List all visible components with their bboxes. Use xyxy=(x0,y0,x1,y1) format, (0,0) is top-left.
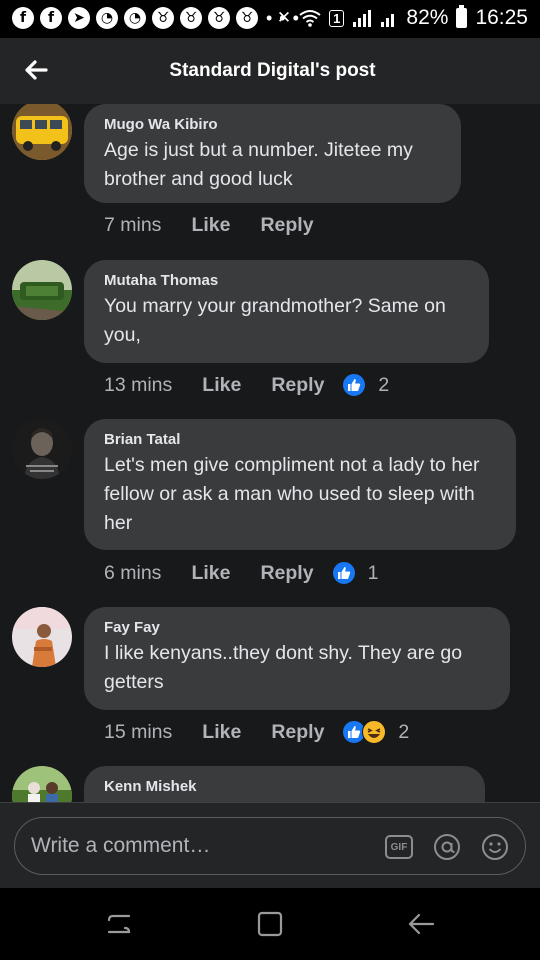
comment-author[interactable]: Brian Tatal xyxy=(104,431,496,448)
reaction-count: 2 xyxy=(398,720,410,743)
chat-notification-icon: ◔ xyxy=(96,7,118,29)
signal-icon xyxy=(353,10,372,27)
avatar[interactable] xyxy=(12,419,72,479)
comment-text: Age is just but a number. Jitetee my bro… xyxy=(104,139,413,190)
home-icon xyxy=(257,911,283,937)
comment-bubble[interactable]: Mutaha Thomas You marry your grandmother… xyxy=(84,260,489,363)
comment-actions: 6 mins Like Reply 1 xyxy=(104,561,378,585)
comment-author[interactable]: Kenn Mishek xyxy=(104,778,465,795)
comment-actions: 15 mins Like Reply 2 xyxy=(104,720,409,744)
comment-author[interactable]: Mutaha Thomas xyxy=(104,272,469,289)
facebook-notification-icon: f xyxy=(40,7,62,29)
like-button[interactable]: Like xyxy=(202,374,241,397)
like-button[interactable]: Like xyxy=(191,214,230,237)
battery-percent: 82% xyxy=(406,6,449,29)
mute-icon: ✕ xyxy=(276,8,292,28)
app-notification-icon: ♉ xyxy=(236,7,258,29)
reaction-summary[interactable]: 2 xyxy=(342,373,389,397)
like-button[interactable]: Like xyxy=(191,562,230,585)
battery-icon xyxy=(456,5,468,28)
comment-text: Let's men give compliment not a lady to … xyxy=(104,454,480,534)
home-button[interactable] xyxy=(250,906,290,942)
comment-bubble[interactable]: Fay Fay I like kenyans..they dont shy. T… xyxy=(84,607,510,710)
comment-bubble[interactable]: Mugo Wa Kibiro Age is just but a number.… xyxy=(84,104,461,203)
composer-actions: GIF xyxy=(385,833,509,861)
signal-icon xyxy=(381,14,395,27)
nav-back-button[interactable] xyxy=(401,906,441,942)
back-icon xyxy=(408,913,435,935)
comment-text: You marry your grandmother? Same on you, xyxy=(104,295,446,346)
app-notification-icon: ♉ xyxy=(208,7,230,29)
avatar[interactable] xyxy=(12,104,72,160)
system-navigation-bar xyxy=(0,888,540,960)
comment-author[interactable]: Fay Fay xyxy=(104,619,490,636)
like-reaction-icon xyxy=(342,373,367,397)
smiley-icon[interactable] xyxy=(481,833,509,861)
avatar-image xyxy=(12,104,72,160)
page-title: Standard Digital's post xyxy=(169,60,376,81)
comment-time: 13 mins xyxy=(104,373,173,396)
reply-button[interactable]: Reply xyxy=(260,562,313,585)
composer-field[interactable]: GIF xyxy=(14,817,526,875)
comments-list[interactable]: Mugo Wa Kibiro Age is just but a number.… xyxy=(0,104,540,802)
haha-reaction-icon xyxy=(362,720,387,744)
avatar[interactable] xyxy=(12,766,72,802)
system-indicators: ✕ 1 82% 16:25 xyxy=(276,5,528,30)
comment-time: 15 mins xyxy=(104,720,173,743)
reply-button[interactable]: Reply xyxy=(271,721,324,744)
comment-composer: GIF xyxy=(0,803,540,888)
status-bar: f f ➤ ◔ ◔ ♉ ♉ ♉ ♉ • • • ✕ 1 82% 16:25 xyxy=(0,0,540,38)
gif-button[interactable]: GIF xyxy=(385,835,413,859)
avatar-image xyxy=(12,607,72,667)
reply-button[interactable]: Reply xyxy=(271,374,324,397)
reply-button[interactable]: Reply xyxy=(260,214,313,237)
avatar[interactable] xyxy=(12,607,72,667)
reaction-count: 1 xyxy=(367,561,379,584)
reaction-count: 2 xyxy=(378,373,390,396)
comment-author[interactable]: Mugo Wa Kibiro xyxy=(104,116,441,133)
comment-input[interactable] xyxy=(31,830,371,862)
facebook-notification-icon: f xyxy=(12,7,34,29)
reaction-summary[interactable]: 1 xyxy=(331,561,379,585)
recents-icon xyxy=(107,914,131,934)
avatar-image xyxy=(12,766,72,802)
comment-bubble[interactable]: Kenn Mishek xyxy=(84,766,485,802)
avatar-image xyxy=(12,260,72,320)
comment-time: 7 mins xyxy=(104,214,162,236)
app-notification-icon: ♉ xyxy=(180,7,202,29)
comment-actions: 13 mins Like Reply 2 xyxy=(104,373,389,397)
avatar-image xyxy=(12,419,72,479)
notification-icons: f f ➤ ◔ ◔ ♉ ♉ ♉ ♉ • • • xyxy=(12,7,300,29)
comment-actions: 7 mins Like Reply xyxy=(104,214,344,237)
comment-text: I like kenyans..they dont shy. They are … xyxy=(104,642,463,693)
post-header: Standard Digital's post xyxy=(0,38,540,104)
avatar[interactable] xyxy=(12,260,72,320)
clock: 16:25 xyxy=(475,6,528,29)
recents-button[interactable] xyxy=(99,906,139,942)
comment-time: 6 mins xyxy=(104,561,162,584)
wifi-icon xyxy=(299,10,321,27)
reaction-summary[interactable]: 2 xyxy=(342,720,409,744)
telegram-notification-icon: ➤ xyxy=(68,7,90,29)
like-reaction-icon xyxy=(331,561,356,585)
comment-bubble[interactable]: Brian Tatal Let's men give compliment no… xyxy=(84,419,516,550)
app-notification-icon: ♉ xyxy=(152,7,174,29)
chat-notification-icon: ◔ xyxy=(124,7,146,29)
at-icon[interactable] xyxy=(433,833,461,861)
sim-badge: 1 xyxy=(329,9,345,27)
like-button[interactable]: Like xyxy=(202,721,241,744)
